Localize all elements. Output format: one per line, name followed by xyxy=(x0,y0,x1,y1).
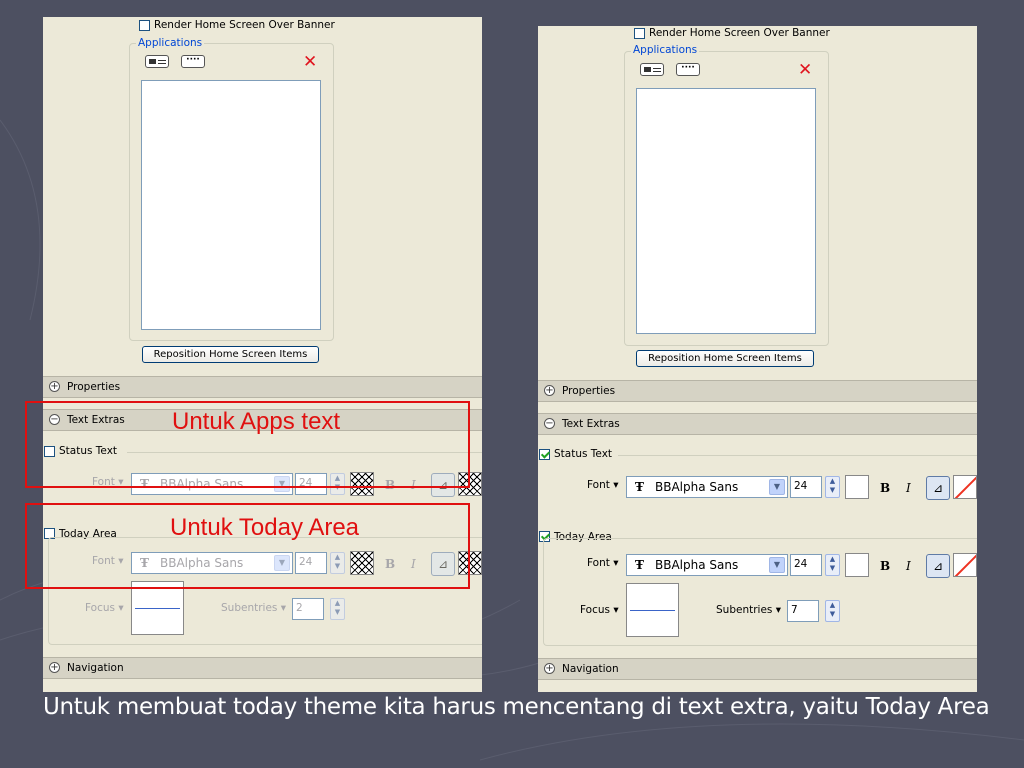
status-separator xyxy=(618,455,977,456)
today-group-frame xyxy=(543,538,977,646)
expand-plus-icon: + xyxy=(544,663,555,674)
italic-icon[interactable]: I xyxy=(906,481,911,495)
status-font-name: BBAlpha Sans xyxy=(655,480,739,494)
text-extras-label: Text Extras xyxy=(562,418,620,430)
applications-legend: Applications xyxy=(631,44,700,56)
navigation-header[interactable]: + Navigation xyxy=(43,657,482,679)
expand-plus-icon: + xyxy=(49,662,60,673)
delete-x-icon[interactable]: ✕ xyxy=(303,54,317,71)
applications-list[interactable] xyxy=(141,80,321,330)
navigation-label: Navigation xyxy=(67,662,124,674)
status-size-input[interactable]: 24 xyxy=(790,476,822,498)
status-text-label: Status Text xyxy=(554,448,613,460)
delete-x-icon[interactable]: ✕ xyxy=(798,62,812,79)
apps-annotation-label: Untuk Apps text xyxy=(172,408,341,435)
render-home-checkbox[interactable] xyxy=(139,20,150,31)
collapse-minus-icon: − xyxy=(544,418,555,429)
properties-header[interactable]: + Properties xyxy=(43,376,482,398)
reposition-button[interactable]: Reposition Home Screen Items xyxy=(142,346,319,363)
left-panel: Render Home Screen Over Banner Applicati… xyxy=(43,17,482,692)
align-icon[interactable]: ⊿ xyxy=(926,476,950,500)
render-home-label: Render Home Screen Over Banner xyxy=(154,19,335,31)
render-home-checkbox[interactable] xyxy=(634,28,645,39)
status-font-dropdown[interactable]: Font ▾ xyxy=(587,479,618,491)
slide-caption: Untuk membuat today theme kita harus men… xyxy=(43,694,990,720)
applications-legend: Applications xyxy=(136,37,205,49)
card-icon[interactable] xyxy=(640,63,664,76)
status-font-select[interactable]: Ŧ BBAlpha Sans ▼ xyxy=(626,476,788,498)
applications-list[interactable] xyxy=(636,88,816,334)
bold-icon[interactable]: B xyxy=(880,481,890,495)
expand-plus-icon: + xyxy=(49,381,60,392)
today-annotation-label: Untuk Today Area xyxy=(170,514,360,541)
dots-icon[interactable]: ···· xyxy=(676,63,700,76)
expand-plus-icon: + xyxy=(544,385,555,396)
status-bg-swatch[interactable] xyxy=(953,475,977,499)
properties-header[interactable]: + Properties xyxy=(538,380,977,402)
status-text-checkbox[interactable] xyxy=(539,449,550,460)
status-font-label: Font xyxy=(587,479,610,491)
render-home-label: Render Home Screen Over Banner xyxy=(649,27,830,39)
text-extras-header[interactable]: − Text Extras xyxy=(538,413,977,435)
status-size-stepper[interactable]: ▲ ▼ xyxy=(825,476,840,498)
reposition-button[interactable]: Reposition Home Screen Items xyxy=(636,350,814,367)
dots-icon[interactable]: ···· xyxy=(181,55,205,68)
status-color-swatch[interactable] xyxy=(845,475,869,499)
text-type-icon: Ŧ xyxy=(635,480,644,494)
right-panel: Render Home Screen Over Banner Applicati… xyxy=(538,26,977,692)
properties-label: Properties xyxy=(67,381,121,393)
navigation-label: Navigation xyxy=(562,663,619,675)
navigation-header[interactable]: + Navigation xyxy=(538,658,977,680)
chevron-down-icon: ▼ xyxy=(769,479,785,495)
card-icon[interactable] xyxy=(145,55,169,68)
properties-label: Properties xyxy=(562,385,616,397)
